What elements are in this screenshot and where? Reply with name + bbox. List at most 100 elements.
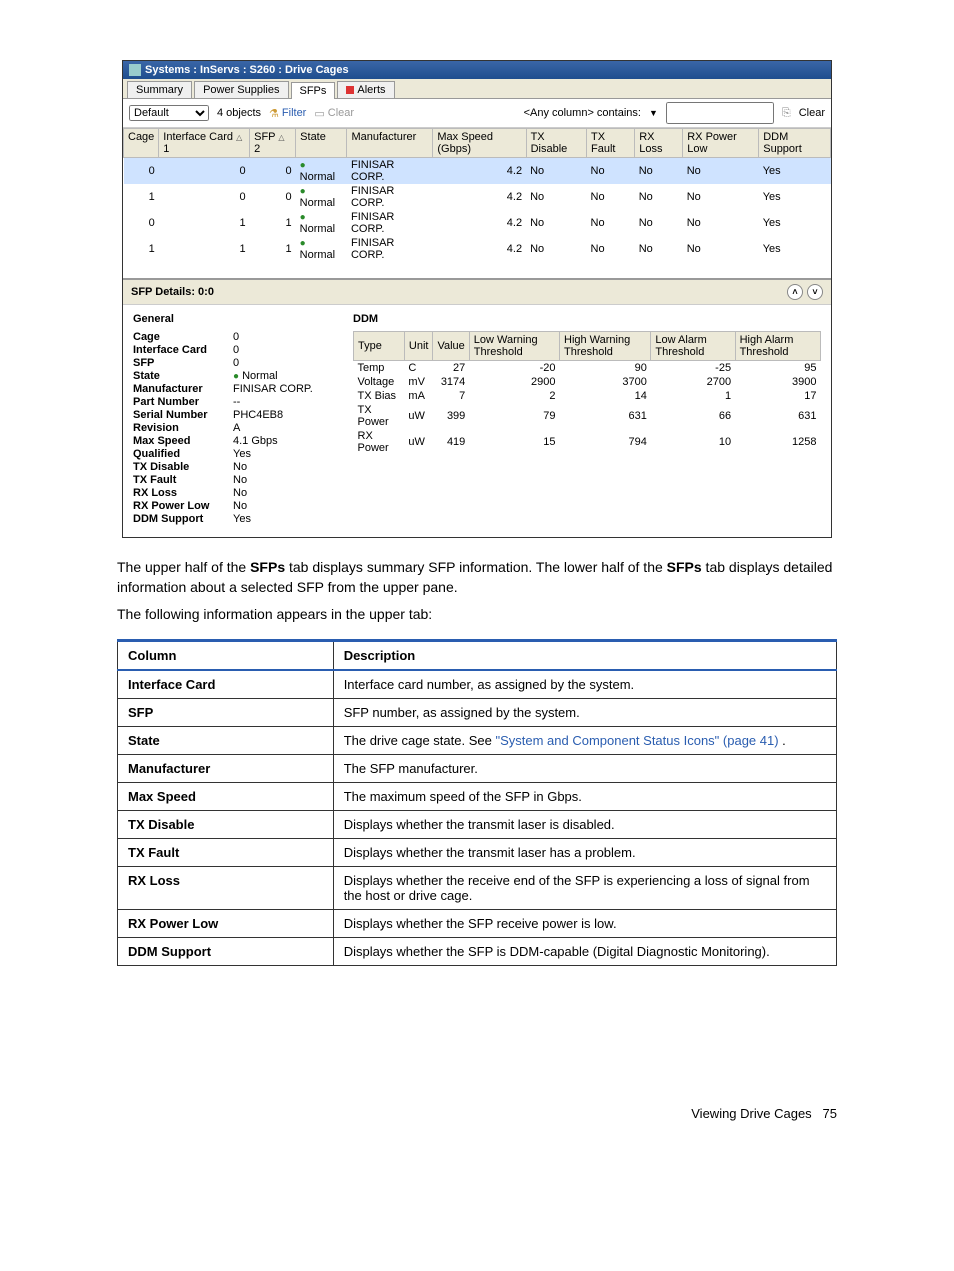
tab-summary[interactable]: Summary	[127, 81, 192, 98]
general-key: RX Loss	[133, 487, 233, 499]
filter-button[interactable]: ⚗ Filter	[269, 107, 306, 120]
general-key: RX Power Low	[133, 500, 233, 512]
cross-ref-link[interactable]: "System and Component Status Icons" (pag…	[495, 733, 778, 748]
doc-col-desc: Displays whether the SFP receive power i…	[333, 909, 836, 937]
details-header: SFP Details: 0:0 ˄ ˅	[123, 279, 831, 305]
window-title: Systems : InServs : S260 : Drive Cages	[145, 64, 349, 76]
app-icon	[129, 64, 141, 76]
ddm-col-value[interactable]: Value	[433, 332, 469, 361]
general-value: No	[233, 461, 333, 473]
general-key: Max Speed	[133, 435, 233, 447]
doc-row: RX LossDisplays whether the receive end …	[118, 866, 837, 909]
tab-sfps[interactable]: SFPs	[291, 82, 336, 99]
general-key: Part Number	[133, 396, 233, 408]
general-key: Cage	[133, 331, 233, 343]
doc-col-name: Interface Card	[118, 670, 334, 699]
doc-col-desc: Displays whether the SFP is DDM-capable …	[333, 937, 836, 965]
funnel-icon: ⚗	[269, 107, 279, 120]
ddm-row: RX PoweruW41915794101258	[354, 429, 821, 455]
object-count: 4 objects	[217, 107, 261, 119]
ddm-row: VoltagemV31742900370027003900	[354, 375, 821, 389]
sort-asc-icon: △	[236, 133, 242, 142]
doc-col-desc: The maximum speed of the SFP in Gbps.	[333, 782, 836, 810]
general-value: 0	[233, 344, 333, 356]
tab-power-supplies[interactable]: Power Supplies	[194, 81, 288, 98]
doc-col-desc: SFP number, as assigned by the system.	[333, 698, 836, 726]
doc-col-name: State	[118, 726, 334, 754]
ddm-table: Type Unit Value Low Warning Threshold Hi…	[353, 331, 821, 455]
copy-icon[interactable]: ⎘	[782, 107, 791, 120]
general-key: Manufacturer	[133, 383, 233, 395]
sfp-grid: Cage Interface Card △ 1 SFP △ 2 State Ma…	[123, 128, 831, 262]
sort-asc-icon: △	[278, 133, 284, 142]
tab-strip: Summary Power Supplies SFPs Alerts	[123, 79, 831, 99]
tab-alerts[interactable]: Alerts	[337, 81, 394, 98]
table-row[interactable]: 011● NormalFINISAR CORP.4.2NoNoNoNoYes	[124, 210, 831, 236]
ddm-col-la[interactable]: Low Alarm Threshold	[651, 332, 735, 361]
general-value: PHC4EB8	[233, 409, 333, 421]
toolbar: Default 4 objects ⚗ Filter ▭ Clear <Any …	[123, 99, 831, 128]
status-dot-icon: ●	[300, 238, 306, 249]
column-dropdown-icon[interactable]: ▼	[649, 108, 658, 118]
body-para-2: The following information appears in the…	[117, 605, 837, 625]
col-rxp[interactable]: RX Power Low	[683, 129, 759, 158]
contains-label: <Any column> contains:	[524, 107, 641, 119]
doc-row: TX DisableDisplays whether the transmit …	[118, 810, 837, 838]
doc-col-name: RX Power Low	[118, 909, 334, 937]
doc-col-desc: Interface card number, as assigned by th…	[333, 670, 836, 699]
col-mfr[interactable]: Manufacturer	[347, 129, 433, 158]
col-cage[interactable]: Cage	[124, 129, 159, 158]
doc-col-name: SFP	[118, 698, 334, 726]
col-sfp[interactable]: SFP △ 2	[250, 129, 296, 158]
col-ddm[interactable]: DDM Support	[759, 129, 831, 158]
general-key: Qualified	[133, 448, 233, 460]
status-dot-icon: ●	[300, 186, 306, 197]
ddm-col-type[interactable]: Type	[354, 332, 405, 361]
general-value: No	[233, 500, 333, 512]
general-value: No	[233, 474, 333, 486]
clear2-label[interactable]: Clear	[799, 107, 825, 119]
ddm-col-ha[interactable]: High Alarm Threshold	[735, 332, 820, 361]
table-row[interactable]: 000● NormalFINISAR CORP.4.2NoNoNoNoYes	[124, 158, 831, 185]
general-key: SFP	[133, 357, 233, 369]
col-rxl[interactable]: RX Loss	[635, 129, 683, 158]
general-key: TX Fault	[133, 474, 233, 486]
table-row[interactable]: 100● NormalFINISAR CORP.4.2NoNoNoNoYes	[124, 184, 831, 210]
general-value: 0	[233, 331, 333, 343]
general-key: Interface Card	[133, 344, 233, 356]
alert-flag-icon	[346, 86, 354, 94]
doc-col-name: DDM Support	[118, 937, 334, 965]
general-key: TX Disable	[133, 461, 233, 473]
search-input[interactable]	[666, 102, 774, 124]
general-heading: General	[133, 313, 333, 325]
doc-table: Column Description Interface CardInterfa…	[117, 639, 837, 966]
col-ifc[interactable]: Interface Card △ 1	[159, 129, 250, 158]
general-value: 4.1 Gbps	[233, 435, 333, 447]
ddm-row: TX PoweruW3997963166631	[354, 403, 821, 429]
ddm-col-unit[interactable]: Unit	[404, 332, 433, 361]
doc-col-name: Max Speed	[118, 782, 334, 810]
clear-button[interactable]: ▭ Clear	[314, 107, 354, 120]
view-select[interactable]: Default	[129, 105, 209, 121]
table-row[interactable]: 111● NormalFINISAR CORP.4.2NoNoNoNoYes	[124, 236, 831, 262]
ddm-col-hw[interactable]: High Warning Threshold	[560, 332, 651, 361]
col-state[interactable]: State	[296, 129, 347, 158]
doc-row: TX FaultDisplays whether the transmit la…	[118, 838, 837, 866]
general-key: State	[133, 370, 233, 382]
doc-row: Interface CardInterface card number, as …	[118, 670, 837, 699]
collapse-up-icon[interactable]: ˄	[787, 284, 803, 300]
doc-row: Max SpeedThe maximum speed of the SFP in…	[118, 782, 837, 810]
general-value: FINISAR CORP.	[233, 383, 333, 395]
col-txd[interactable]: TX Disable	[526, 129, 586, 158]
status-dot-icon: ●	[300, 212, 306, 223]
collapse-down-icon[interactable]: ˅	[807, 284, 823, 300]
general-value: 0	[233, 357, 333, 369]
col-txf[interactable]: TX Fault	[587, 129, 635, 158]
doc-col-desc: Description	[333, 640, 836, 670]
general-key: Revision	[133, 422, 233, 434]
doc-col-desc: Displays whether the transmit laser has …	[333, 838, 836, 866]
eraser-icon: ▭	[314, 107, 324, 120]
col-spd[interactable]: Max Speed (Gbps)	[433, 129, 526, 158]
ddm-col-lw[interactable]: Low Warning Threshold	[469, 332, 559, 361]
doc-row: StateThe drive cage state. See "System a…	[118, 726, 837, 754]
